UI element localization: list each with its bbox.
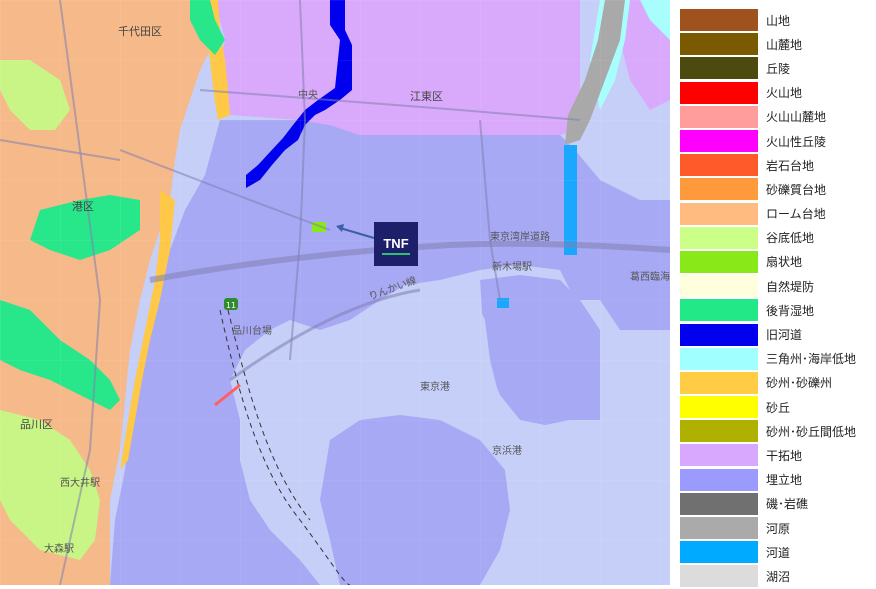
- legend-item: 自然堤防: [680, 274, 870, 298]
- legend-swatch: [680, 154, 758, 177]
- legend-swatch: [680, 396, 758, 419]
- legend-label: 砂州･砂礫州: [766, 376, 833, 391]
- label-shinagawa: 品川区: [20, 418, 53, 431]
- legend-item: 山地: [680, 8, 870, 32]
- legend-label: 三角州･海岸低地: [766, 352, 857, 367]
- label-omori: 大森駅: [44, 542, 74, 555]
- label-kasai: 葛西臨海公園駅: [630, 270, 670, 283]
- legend-swatch: [680, 275, 758, 298]
- legend-label: 自然堤防: [766, 279, 815, 294]
- route-number: 11: [226, 301, 236, 310]
- legend-item: 砂丘: [680, 395, 870, 419]
- legend-label: 河道: [766, 545, 791, 560]
- legend-swatch: [680, 57, 758, 80]
- legend-label: 干拓地: [766, 448, 803, 463]
- legend-swatch: [680, 130, 758, 153]
- label-chuo: 中央: [298, 88, 318, 101]
- legend-swatch: [680, 517, 758, 540]
- label-keihinko: 京浜港: [492, 444, 522, 457]
- legend-item: 砂州･砂丘間低地: [680, 419, 870, 443]
- legend-panel: 山地山麓地丘陵火山地火山山麓地火山性丘陵岩石台地砂礫質台地ローム台地谷底低地扇状…: [680, 8, 870, 589]
- legend-label: ローム台地: [766, 207, 826, 222]
- legend-item: 谷底低地: [680, 226, 870, 250]
- legend-swatch: [680, 565, 758, 588]
- label-bay-road: 東京湾岸道路: [490, 230, 550, 243]
- legend-item: 河原: [680, 516, 870, 540]
- tnf-logo-underline: [382, 253, 410, 255]
- legend-label: 河原: [766, 521, 791, 536]
- legend-label: 火山性丘陵: [766, 134, 827, 149]
- label-chiyoda: 千代田区: [118, 25, 162, 38]
- legend-swatch: [680, 9, 758, 32]
- legend-swatch: [680, 33, 758, 56]
- legend-label: 丘陵: [766, 61, 791, 76]
- legend-item: 三角州･海岸低地: [680, 347, 870, 371]
- legend-label: 砂丘: [766, 400, 791, 415]
- legend-swatch: [680, 81, 758, 104]
- legend-item: 山麓地: [680, 32, 870, 56]
- legend-swatch: [680, 492, 758, 515]
- legend-swatch: [680, 226, 758, 249]
- legend-item: ローム台地: [680, 202, 870, 226]
- legend-item: 磯･岩礁: [680, 492, 870, 516]
- legend-label: 砂州･砂丘間低地: [766, 424, 857, 439]
- legend-label: 後背湿地: [766, 303, 815, 318]
- legend-item: 埋立地: [680, 468, 870, 492]
- legend-swatch: [680, 299, 758, 322]
- legend-item: 河道: [680, 540, 870, 564]
- legend-label: 岩石台地: [766, 158, 815, 173]
- legend-item: 後背湿地: [680, 298, 870, 322]
- label-nishioi: 西大井駅: [60, 476, 100, 489]
- legend-label: 火山地: [766, 86, 803, 101]
- legend-item: 火山地: [680, 81, 870, 105]
- legend-label: 旧河道: [766, 328, 803, 343]
- legend-label: 湖沼: [766, 569, 791, 584]
- legend-label: 山地: [766, 13, 791, 28]
- label-daiba: 品川台場: [232, 324, 272, 337]
- legend-label: 扇状地: [766, 255, 803, 270]
- legend-swatch: [680, 541, 758, 564]
- legend-item: 砂州･砂礫州: [680, 371, 870, 395]
- label-koto: 江東区: [410, 90, 443, 103]
- legend-label: 埋立地: [766, 473, 803, 488]
- legend-item: 火山山麓地: [680, 105, 870, 129]
- legend-swatch: [680, 468, 758, 491]
- legend-swatch: [680, 105, 758, 128]
- tnf-logo-text: TNF: [383, 236, 408, 251]
- label-shinkiba: 新木場駅: [492, 260, 532, 273]
- legend-swatch: [680, 347, 758, 370]
- legend-swatch: [680, 202, 758, 225]
- legend-label: 砂礫質台地: [766, 182, 827, 197]
- legend-item: 干拓地: [680, 443, 870, 467]
- legend-label: 磯･岩礁: [766, 497, 809, 512]
- map-canvas: 11 千代田区 江東区 港区 品川区 東京港 京浜港 中央 東京湾岸道路 品川台…: [0, 0, 670, 585]
- legend-label: 谷底低地: [766, 231, 815, 246]
- legend-swatch: [680, 371, 758, 394]
- legend-swatch: [680, 178, 758, 201]
- legend-swatch: [680, 420, 758, 443]
- label-minato: 港区: [72, 200, 94, 213]
- legend-item: 砂礫質台地: [680, 177, 870, 201]
- legend-swatch: [680, 444, 758, 467]
- landform-map[interactable]: 11 千代田区 江東区 港区 品川区 東京港 京浜港 中央 東京湾岸道路 品川台…: [0, 0, 670, 585]
- legend-item: 岩石台地: [680, 153, 870, 177]
- legend-swatch: [680, 323, 758, 346]
- legend-item: 旧河道: [680, 322, 870, 346]
- legend-label: 火山山麓地: [766, 110, 827, 125]
- legend-item: 火山性丘陵: [680, 129, 870, 153]
- legend-item: 丘陵: [680, 56, 870, 80]
- legend-item: 扇状地: [680, 250, 870, 274]
- legend-label: 山麓地: [766, 37, 803, 52]
- legend-swatch: [680, 250, 758, 273]
- label-tokyoko: 東京港: [420, 380, 450, 393]
